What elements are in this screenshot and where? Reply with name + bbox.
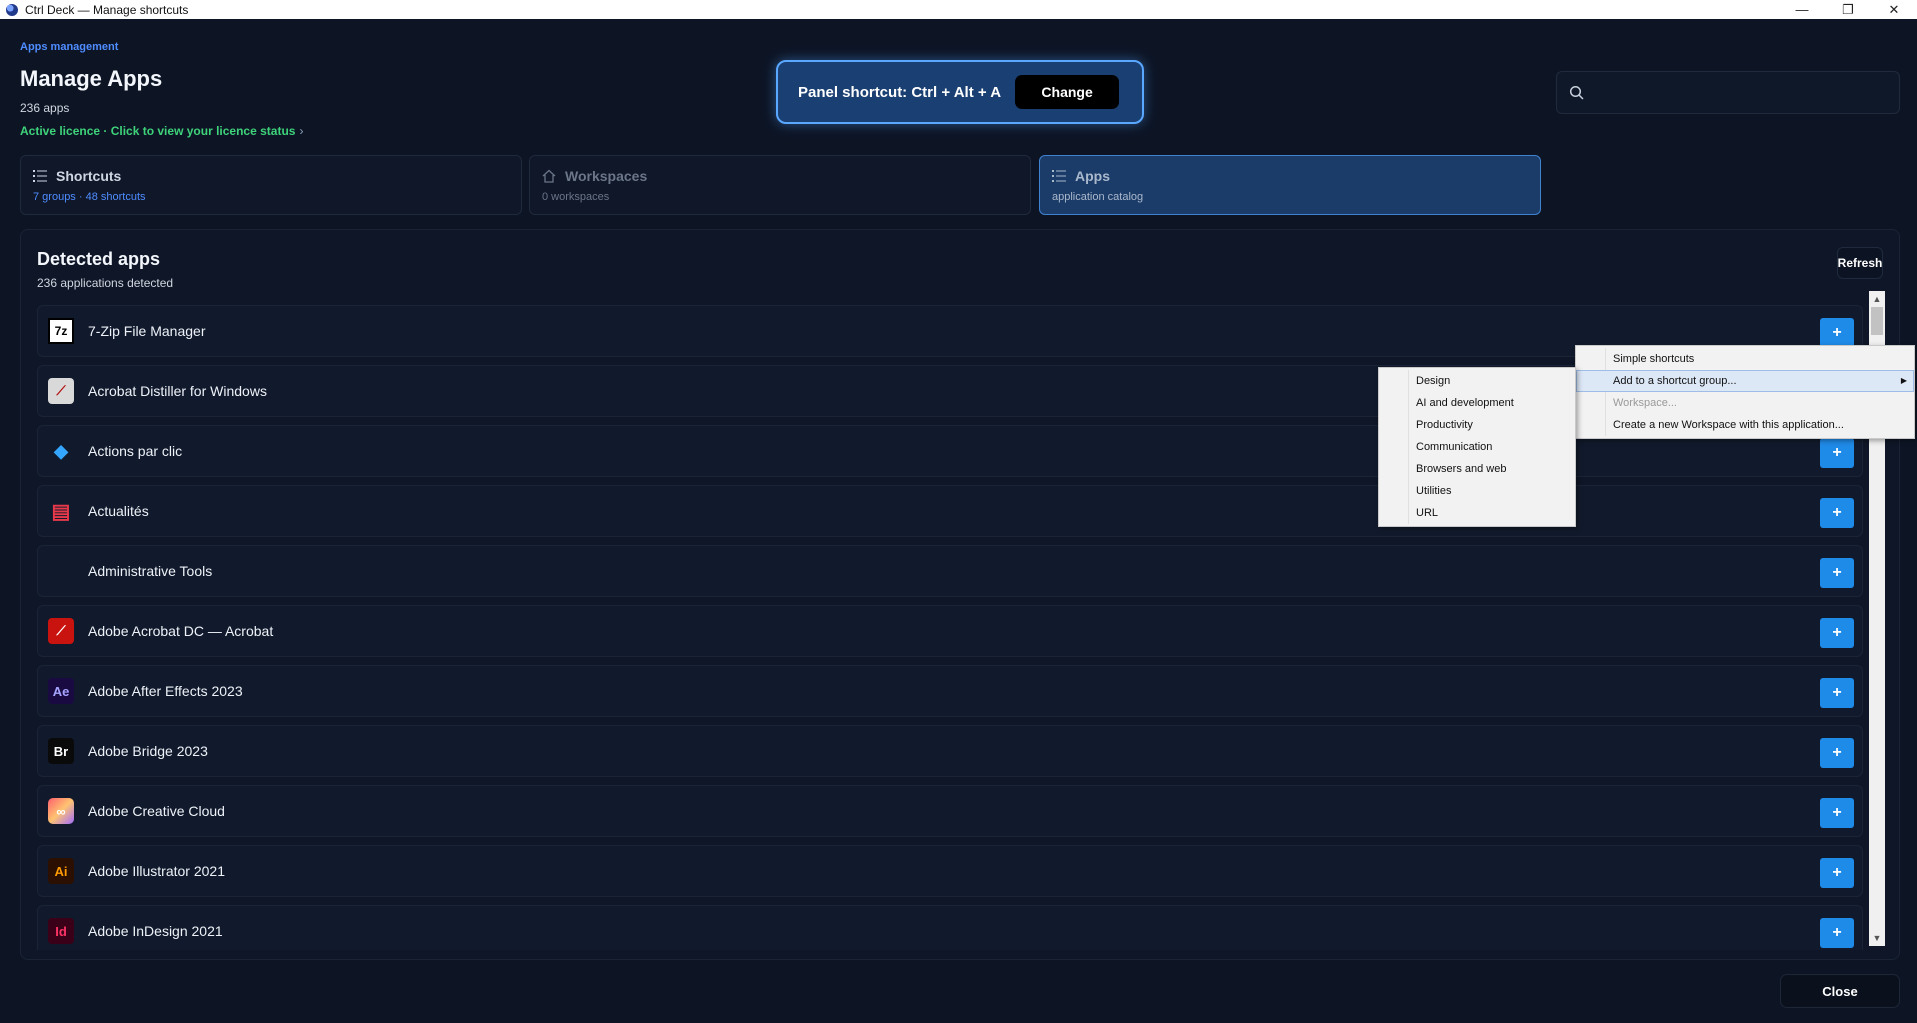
window-title: Ctrl Deck — Manage shortcuts [25, 2, 189, 17]
add-app-button[interactable]: + [1820, 798, 1854, 828]
app-name: Adobe Creative Cloud [88, 803, 225, 819]
app-row[interactable]: ⟋ Adobe Acrobat DC — Acrobat + [37, 605, 1863, 657]
menu-item-workspace: Workspace... [1613, 397, 1677, 409]
ctrl-deck-logo-icon [6, 3, 18, 16]
panel-shortcut-box: Panel shortcut: Ctrl + Alt + A Change [776, 60, 1144, 124]
app-name: Actions par clic [88, 443, 183, 459]
tab-shortcuts[interactable]: Shortcuts 7 groups · 48 shortcuts [20, 155, 522, 215]
add-app-button[interactable]: + [1820, 678, 1854, 708]
shortcut-group-submenu: Design AI and development Productivity C… [1378, 367, 1576, 527]
app-name: Actualités [88, 503, 149, 519]
menu-item-simple-shortcuts[interactable]: Simple shortcuts [1576, 348, 1914, 370]
tab-apps-label: Apps [1075, 168, 1110, 184]
list-icon [1052, 170, 1066, 182]
app-row[interactable]: ∞ Adobe Creative Cloud + [37, 785, 1863, 837]
app-name: Adobe InDesign 2021 [88, 923, 223, 939]
licence-status-text: Active licence · Click to view your lice… [20, 124, 296, 138]
submenu-item-productivity[interactable]: Productivity [1379, 414, 1575, 436]
app-row[interactable]: ▤ Actualités + [37, 485, 1863, 537]
restore-button[interactable]: ❐ [1825, 0, 1871, 19]
indesign-icon: Id [48, 918, 74, 944]
page-title: Manage Apps [20, 66, 163, 91]
tab-workspaces[interactable]: Workspaces 0 workspaces [529, 155, 1031, 215]
creative-cloud-icon: ∞ [48, 798, 74, 824]
app-name: Adobe Bridge 2023 [88, 743, 208, 759]
menu-item-add-to-group[interactable]: Add to a shortcut group... ▶ [1576, 370, 1914, 392]
close-button[interactable]: Close [1780, 974, 1900, 1008]
detected-apps-panel: Detected apps 236 applications detected … [20, 229, 1900, 960]
app-row[interactable]: Br Adobe Bridge 2023 + [37, 725, 1863, 777]
scroll-up-arrow-icon[interactable]: ▲ [1869, 291, 1885, 307]
submenu-item-url[interactable]: URL [1379, 502, 1575, 524]
breadcrumb[interactable]: Apps management [20, 41, 118, 53]
submenu-arrow-icon: ▶ [1900, 376, 1907, 385]
app-name: 7-Zip File Manager [88, 323, 206, 339]
app-name: Administrative Tools [88, 563, 213, 579]
licence-status-link[interactable]: Active licence · Click to view your lice… [20, 124, 303, 138]
add-app-button[interactable]: + [1820, 318, 1854, 348]
tab-apps-subtitle: application catalog [1052, 191, 1144, 203]
actions-par-clic-icon: ◆ [54, 440, 68, 461]
submenu-item-communication[interactable]: Communication [1379, 436, 1575, 458]
app-name: Acrobat Distiller for Windows [88, 383, 267, 399]
app-row[interactable]: Administrative Tools + [37, 545, 1863, 597]
tab-shortcuts-subtitle: 7 groups · 48 shortcuts [33, 191, 146, 203]
app-name: Adobe After Effects 2023 [88, 683, 243, 699]
add-app-button[interactable]: + [1820, 738, 1854, 768]
app-row[interactable]: Ai Adobe Illustrator 2021 + [37, 845, 1863, 897]
panel-shortcut-label: Panel shortcut: Ctrl + Alt + A [798, 83, 1002, 101]
app-row[interactable]: Ae Adobe After Effects 2023 + [37, 665, 1863, 717]
submenu-item-ai-development[interactable]: AI and development [1379, 392, 1575, 414]
bridge-icon: Br [48, 738, 74, 764]
tab-shortcuts-label: Shortcuts [56, 168, 122, 184]
add-app-button[interactable]: + [1820, 438, 1854, 468]
minimize-button[interactable]: — [1779, 0, 1825, 19]
scroll-down-arrow-icon[interactable]: ▼ [1869, 930, 1885, 946]
tab-workspaces-label: Workspaces [565, 168, 648, 184]
submenu-item-design[interactable]: Design [1379, 370, 1575, 392]
app-name: Adobe Acrobat DC — Acrobat [88, 623, 274, 639]
chevron-right-icon: › [299, 124, 304, 138]
add-app-button[interactable]: + [1820, 558, 1854, 588]
add-app-button[interactable]: + [1820, 918, 1854, 948]
close-window-button[interactable]: ✕ [1871, 0, 1917, 19]
app-count: 236 apps [20, 101, 70, 115]
tab-workspaces-subtitle: 0 workspaces [542, 191, 610, 203]
add-app-button[interactable]: + [1820, 498, 1854, 528]
submenu-item-browsers-web[interactable]: Browsers and web [1379, 458, 1575, 480]
change-shortcut-button[interactable]: Change [1015, 75, 1120, 109]
7zip-icon: 7z [48, 318, 74, 344]
add-app-button[interactable]: + [1820, 618, 1854, 648]
acrobat-distiller-icon: ⟋ [48, 378, 74, 404]
app-context-menu: Simple shortcuts Add to a shortcut group… [1575, 345, 1915, 439]
news-icon: ▤ [51, 500, 71, 523]
after-effects-icon: Ae [48, 678, 74, 704]
administrative-tools-icon [48, 558, 74, 584]
menu-item-create-workspace[interactable]: Create a new Workspace with this applica… [1576, 414, 1914, 436]
scrollbar-thumb[interactable] [1871, 307, 1883, 335]
search-icon [1569, 85, 1584, 100]
section-subtitle: 236 applications detected [37, 276, 174, 290]
add-app-button[interactable]: + [1820, 858, 1854, 888]
submenu-item-utilities[interactable]: Utilities [1379, 480, 1575, 502]
adobe-acrobat-icon: ⟋ [48, 618, 74, 644]
illustrator-icon: Ai [48, 858, 74, 884]
app-name: Adobe Illustrator 2021 [88, 863, 225, 879]
list-icon [33, 170, 47, 182]
window-titlebar: Ctrl Deck — Manage shortcuts — ❐ ✕ [0, 0, 1917, 19]
home-icon [542, 169, 556, 183]
refresh-button[interactable]: Refresh [1837, 247, 1883, 279]
menu-item-label: Add to a shortcut group... [1613, 375, 1737, 387]
search-box[interactable] [1556, 71, 1900, 114]
app-row[interactable]: Id Adobe InDesign 2021 + [37, 905, 1863, 950]
search-input[interactable] [1593, 85, 1883, 100]
tab-apps[interactable]: Apps application catalog [1039, 155, 1541, 215]
section-title: Detected apps [37, 249, 161, 269]
